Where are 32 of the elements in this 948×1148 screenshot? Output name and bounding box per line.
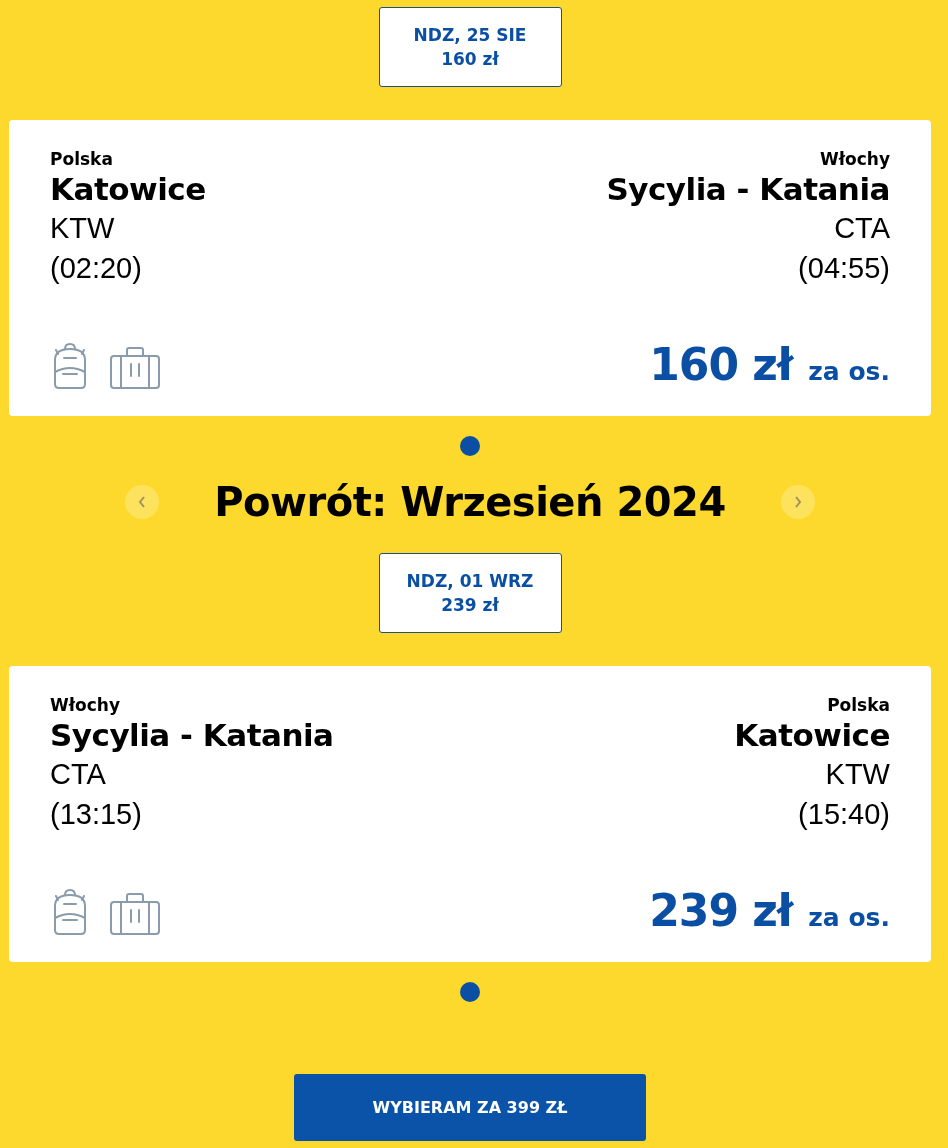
origin-city: Sycylia - Katania: [50, 716, 334, 754]
fare-price: 160 zł: [649, 339, 793, 390]
backpack-icon: [51, 342, 89, 390]
suitcase-icon: [109, 892, 161, 936]
arrival-time: (15:40): [798, 797, 890, 832]
chevron-right-icon: [793, 495, 803, 509]
destination-code: CTA: [834, 211, 890, 246]
destination-city: Katowice: [734, 716, 890, 754]
destination-country: Włochy: [820, 148, 890, 170]
backpack-icon: [51, 888, 89, 936]
destination-country: Polska: [827, 694, 890, 716]
origin-code: KTW: [50, 211, 115, 246]
per-person-label: za os.: [808, 903, 890, 932]
per-person-label: za os.: [808, 357, 890, 386]
origin-country: Polska: [50, 148, 113, 170]
date-chip[interactable]: NDZ, 01 WRZ 239 zł: [378, 553, 562, 633]
origin-country: Włochy: [50, 694, 120, 716]
departure-time: (13:15): [50, 797, 142, 832]
pager-dot[interactable]: [460, 982, 480, 1002]
departure-time: (02:20): [50, 251, 142, 286]
select-button[interactable]: WYBIERAM ZA 399 ZŁ: [294, 1074, 646, 1141]
destination-code: KTW: [825, 757, 890, 792]
month-title: Powrót: Wrzesień 2024: [214, 479, 726, 525]
fare-price: 239 zł: [649, 885, 793, 936]
arrival-time: (04:55): [798, 251, 890, 286]
suitcase-icon: [109, 346, 161, 390]
pager-dot[interactable]: [460, 436, 480, 456]
date-chip[interactable]: NDZ, 25 SIE 160 zł: [378, 7, 562, 87]
origin-city: Katowice: [50, 170, 206, 208]
origin-code: CTA: [50, 757, 106, 792]
chevron-left-icon: [137, 495, 147, 509]
destination-city: Sycylia - Katania: [606, 170, 890, 208]
